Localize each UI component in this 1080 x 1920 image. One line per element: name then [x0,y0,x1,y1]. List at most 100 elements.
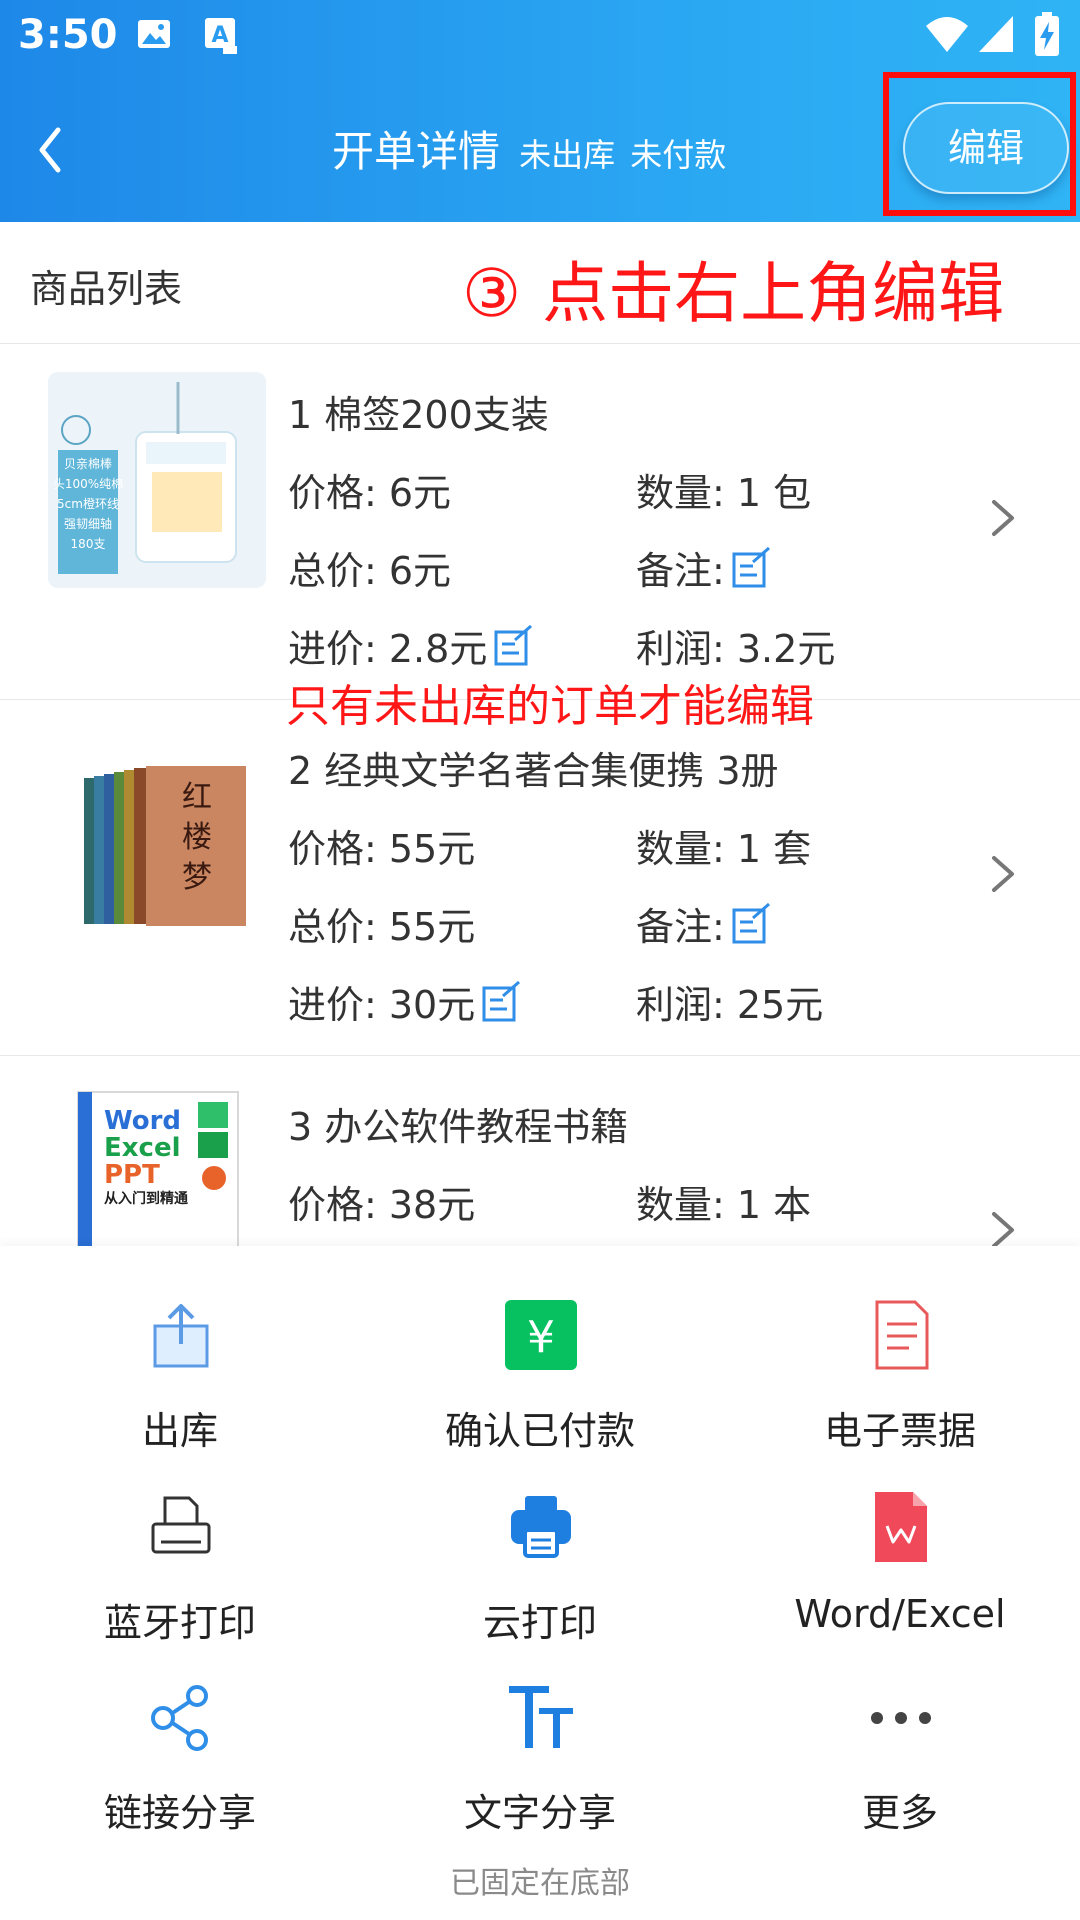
pinned-bottom-label: 已固定在底部 [450,1866,630,1901]
receipt-icon [875,1300,929,1370]
thumb-text: 180支 [70,537,106,551]
thumb-text: PPT [104,1160,160,1190]
action-more[interactable]: 更多 [720,1680,1080,1860]
price-text: 价格: 55元 [288,827,476,871]
edit-note-icon[interactable] [731,902,771,946]
wifi-icon [926,17,968,52]
back-icon[interactable] [28,120,78,180]
qty-text: 数量: 1 包 [636,471,812,515]
price-text: 价格: 38元 [288,1183,476,1227]
action-e-receipt[interactable]: 电子票据 [720,1298,1080,1478]
product-list-header: 商品列表 ③ 点击右上角编辑 [0,222,1080,344]
annotation-step-3: ③ 点击右上角编辑 [462,255,1005,332]
product-list-title: 商品列表 [30,267,183,311]
action-confirm-paid[interactable]: ¥ 确认已付款 [360,1298,720,1478]
profit-text: 利润: 25元 [636,983,824,1027]
product-row-2[interactable]: 红 楼 梦 2 经典文学名著合集便携 3册 价格: 55元 数量: 1 套 总价… [0,700,1080,1056]
wps-icon [875,1492,927,1562]
thumb-text: 从入门到精通 [104,1191,188,1207]
page-title: 开单详情 未出库 未付款 [332,118,726,179]
action-label: 电子票据 [823,1409,976,1453]
thumb-text: 贝亲棉棒 [63,457,112,471]
action-label: 确认已付款 [444,1409,635,1453]
product-qty: 数量: 1 包 [636,462,811,517]
product-price: 价格: 38元 [288,1174,475,1229]
printer-icon [151,1496,211,1554]
action-outbound[interactable]: 出库 [0,1298,360,1478]
action-panel: 出库 ¥ 确认已付款 电子票据 蓝牙打印 云打印 Word/Excel 链接分享… [0,1246,1080,1920]
product-image-swabs: 贝亲棉棒 头100%纯棉 5cm橙环线 强韧细轴 180支 [48,372,266,588]
product-note: 备注: [636,540,771,595]
product-qty: 数量: 1 套 [636,818,811,873]
action-word-excel[interactable]: Word/Excel [720,1490,1080,1670]
product-price: 价格: 55元 [288,818,475,873]
svg-text:¥: ¥ [527,1312,555,1363]
chevron-right-icon[interactable] [988,852,1018,896]
note-label: 备注: [636,905,725,949]
gallery-notification-icon [138,20,170,48]
action-label: 文字分享 [463,1791,616,1835]
battery-charging-icon [1035,12,1059,56]
yuan-icon: ¥ [505,1300,577,1370]
share-nodes-icon [151,1685,208,1751]
thumb-text: 红 [182,780,212,815]
thumb-text: 头100%纯棉 [52,477,124,491]
share-upload-icon [153,1304,209,1368]
action-text-share[interactable]: 文字分享 [360,1680,720,1860]
annotation-highlight-box [883,72,1076,216]
svg-text:A: A [211,23,228,48]
product-cost: 进价: 30元 [288,974,521,1029]
product-qty: 数量: 1 本 [636,1174,811,1229]
more-icon [871,1712,931,1724]
thumb-text: Excel [104,1133,181,1163]
product-name: 3 办公软件教程书籍 [288,1105,629,1149]
chevron-right-icon[interactable] [988,496,1018,540]
action-label: 更多 [861,1791,938,1835]
qty-text: 数量: 1 套 [636,827,812,871]
thumb-text: Word [104,1106,182,1136]
profit-text: 利润: 3.2元 [636,627,836,671]
edit-cost-icon[interactable] [481,980,521,1024]
total-text: 总价: 55元 [288,905,476,949]
product-price: 价格: 6元 [288,462,451,517]
page-title-text: 开单详情 [332,127,501,176]
cellular-signal-icon [979,16,1013,52]
total-text: 总价: 6元 [288,549,452,593]
product-total: 总价: 6元 [288,540,451,595]
action-label: 出库 [141,1409,218,1453]
product-name: 2 经典文学名著合集便携 3册 [288,749,779,793]
cost-text: 进价: 2.8元 [288,627,488,671]
status-bar: 3:50 A [0,0,1080,76]
thumb-text: 5cm橙环线 [57,497,119,511]
thumb-text: 强韧细轴 [63,517,112,531]
keyboard-notification-icon: A [205,18,237,54]
edit-cost-icon[interactable] [493,624,533,668]
product-cost: 进价: 2.8元 [288,618,533,673]
outbound-status: 未出库 [519,136,616,174]
product-row-3[interactable]: Word Excel PPT 从入门到精通 3 办公软件教程书籍 价格: 38元… [0,1056,1080,1246]
cost-text: 进价: 30元 [288,983,476,1027]
action-bluetooth-print[interactable]: 蓝牙打印 [0,1490,360,1670]
product-row-1[interactable]: 贝亲棉棒 头100%纯棉 5cm橙环线 强韧细轴 180支 1 棉签200支装 … [0,344,1080,700]
thumb-text: 梦 [182,860,212,895]
cloud-print-icon [511,1496,571,1558]
product-name: 1 棉签200支装 [288,393,549,437]
product-profit: 利润: 25元 [636,974,823,1029]
price-text: 价格: 6元 [288,471,452,515]
action-label: 云打印 [482,1601,597,1645]
action-link-share[interactable]: 链接分享 [0,1680,360,1860]
edit-note-icon[interactable] [731,546,771,590]
product-note: 备注: [636,896,771,951]
qty-text: 数量: 1 本 [636,1183,812,1227]
product-profit: 利润: 3.2元 [636,618,835,673]
product-image-office-book: Word Excel PPT 从入门到精通 [48,1086,266,1246]
payment-status: 未付款 [630,136,727,174]
chevron-right-icon[interactable] [988,1208,1018,1246]
action-cloud-print[interactable]: 云打印 [360,1490,720,1670]
product-total: 总价: 55元 [288,896,475,951]
action-label: Word/Excel [794,1592,1006,1636]
annotation-edit-note: 只有未出库的订单才能编辑 [286,681,814,732]
thumb-text: 楼 [182,820,212,855]
note-label: 备注: [636,549,725,593]
status-time: 3:50 [18,12,118,58]
